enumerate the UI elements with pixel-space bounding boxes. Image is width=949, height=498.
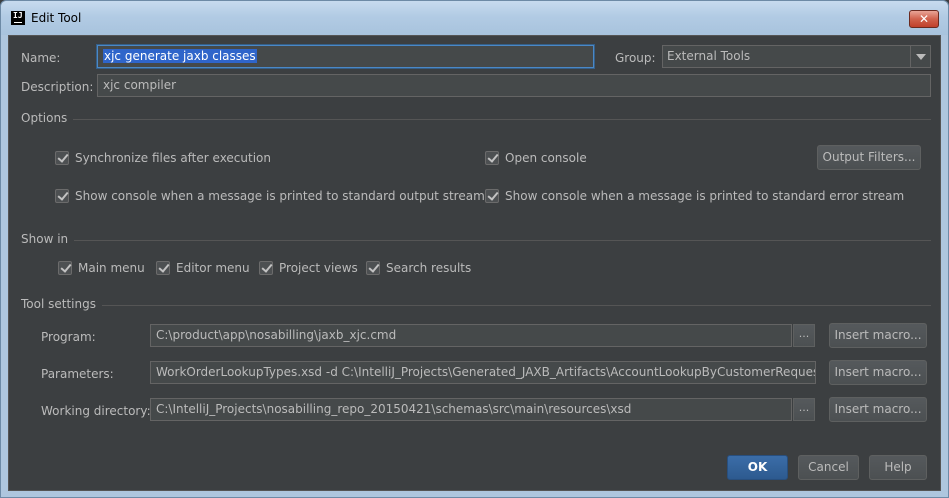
show-in-editor-menu-label: Editor menu <box>176 261 250 275</box>
checkmark-icon <box>485 189 499 203</box>
output-filters-button[interactable]: Output Filters... <box>817 145 921 170</box>
program-value: C:\product\app\nosabilling\jaxb_xjc.cmd <box>156 328 397 342</box>
working-directory-field[interactable]: C:\IntelliJ_Projects\nosabilling_repo_20… <box>150 398 792 421</box>
name-label: Name: <box>21 51 61 65</box>
program-browse-button[interactable]: ... <box>793 324 815 347</box>
parameters-label: Parameters: <box>41 367 114 381</box>
group-value: External Tools <box>667 49 751 63</box>
show-in-main-menu-label: Main menu <box>78 261 145 275</box>
working-directory-label: Working directory: <box>41 404 151 418</box>
working-directory-value: C:\IntelliJ_Projects\nosabilling_repo_20… <box>156 402 632 416</box>
sync-files-checkbox[interactable]: Synchronize files after execution <box>55 150 315 166</box>
show-in-main-menu-checkbox[interactable]: Main menu <box>58 260 148 276</box>
working-directory-insert-macro-button[interactable]: Insert macro... <box>829 397 927 422</box>
show-in-editor-menu-checkbox[interactable]: Editor menu <box>156 260 251 276</box>
dialog-window: IJ Edit Tool ✕ Name: xjc generate jaxb c… <box>0 0 949 498</box>
dialog-content: Name: xjc generate jaxb classes Group: E… <box>8 35 941 491</box>
cancel-button[interactable]: Cancel <box>798 455 859 480</box>
parameters-value: WorkOrderLookupTypes.xsd -d C:\IntelliJ_… <box>156 365 815 379</box>
working-directory-browse-button[interactable]: ... <box>793 398 815 421</box>
description-value: xjc compiler <box>103 78 177 92</box>
open-console-checkbox[interactable]: Open console <box>485 150 605 166</box>
tool-settings-title: Tool settings <box>21 297 102 311</box>
ok-button[interactable]: OK <box>727 455 788 480</box>
description-label: Description: <box>21 80 94 94</box>
parameters-field[interactable]: WorkOrderLookupTypes.xsd -d C:\IntelliJ_… <box>150 361 816 384</box>
window-title: Edit Tool <box>31 11 82 25</box>
show-in-title: Show in <box>21 232 75 246</box>
group-combobox[interactable]: External Tools <box>662 45 931 68</box>
name-field[interactable]: xjc generate jaxb classes <box>97 45 594 68</box>
show-console-stderr-label: Show console when a message is printed t… <box>505 189 905 203</box>
checkmark-icon <box>259 261 273 275</box>
checkmark-icon <box>55 189 69 203</box>
description-field[interactable]: xjc compiler <box>97 74 931 97</box>
options-section-header: Options <box>21 111 931 125</box>
group-label: Group: <box>615 51 656 65</box>
tool-settings-separator <box>21 305 931 306</box>
chevron-down-icon[interactable] <box>910 46 930 67</box>
show-in-separator <box>21 240 931 241</box>
checkmark-icon <box>55 151 69 165</box>
show-console-stdout-label: Show console when a message is printed t… <box>75 189 485 203</box>
show-in-search-results-checkbox[interactable]: Search results <box>366 260 471 276</box>
program-field[interactable]: C:\product\app\nosabilling\jaxb_xjc.cmd <box>150 324 792 347</box>
sync-files-label: Synchronize files after execution <box>75 151 271 165</box>
options-title: Options <box>21 111 74 125</box>
show-in-section-header: Show in <box>21 232 931 246</box>
program-insert-macro-button[interactable]: Insert macro... <box>829 323 927 348</box>
parameters-insert-macro-button[interactable]: Insert macro... <box>829 360 927 385</box>
checkmark-icon <box>366 261 380 275</box>
show-in-project-views-checkbox[interactable]: Project views <box>259 260 359 276</box>
checkmark-icon <box>58 261 72 275</box>
show-in-project-views-label: Project views <box>279 261 358 275</box>
options-separator <box>21 119 931 120</box>
checkmark-icon <box>485 151 499 165</box>
show-console-stderr-checkbox[interactable]: Show console when a message is printed t… <box>485 188 904 204</box>
title-bar[interactable]: IJ Edit Tool ✕ <box>1 1 948 35</box>
name-value: xjc generate jaxb classes <box>103 49 257 63</box>
program-label: Program: <box>41 330 96 344</box>
intellij-app-icon: IJ <box>11 11 25 25</box>
checkmark-icon <box>156 261 170 275</box>
close-button[interactable]: ✕ <box>909 10 939 28</box>
help-button[interactable]: Help <box>869 455 927 480</box>
tool-settings-section-header: Tool settings <box>21 297 931 311</box>
show-in-search-results-label: Search results <box>386 261 472 275</box>
show-console-stdout-checkbox[interactable]: Show console when a message is printed t… <box>55 188 485 204</box>
open-console-label: Open console <box>505 151 587 165</box>
